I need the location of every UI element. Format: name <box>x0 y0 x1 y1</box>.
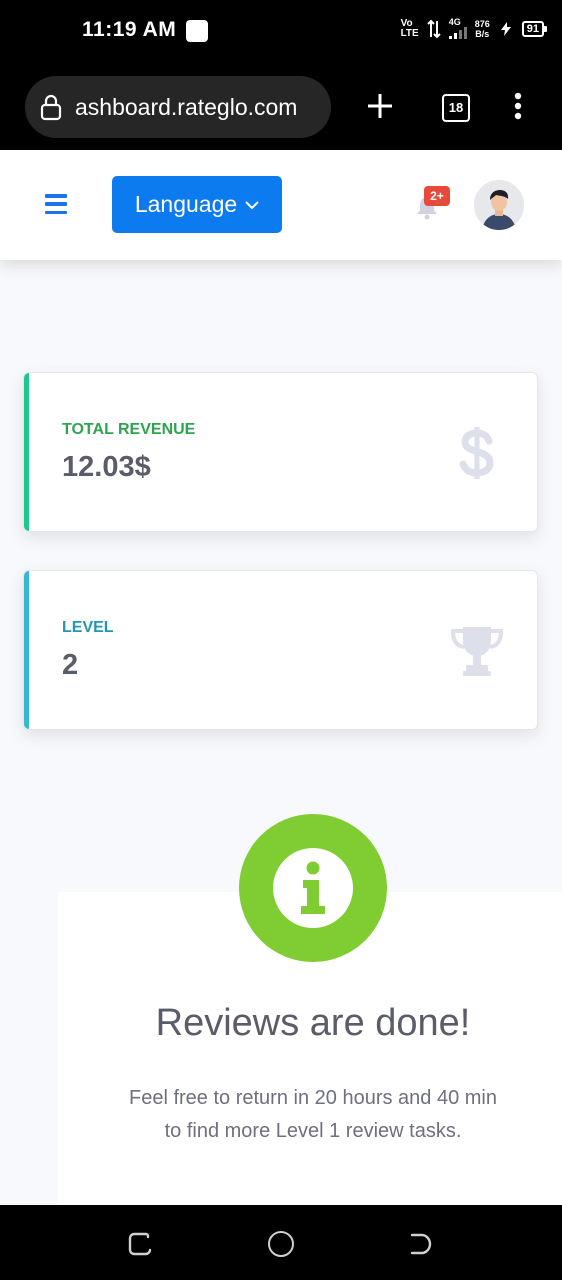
notification-badge: 2+ <box>424 186 450 206</box>
card-value: 12.03$ <box>62 451 151 483</box>
charging-icon <box>500 21 511 36</box>
address-bar[interactable]: ashboard.rateglo.com <box>25 76 331 138</box>
data-transfer-icon <box>427 19 441 38</box>
tab-switcher-button[interactable]: 18 <box>442 94 470 122</box>
info-title: Reviews are done! <box>155 1002 471 1044</box>
user-avatar-icon <box>474 180 524 230</box>
info-message: Feel free to return in 20 hours and 40 m… <box>129 1087 497 1142</box>
notification-app-icon <box>186 20 208 42</box>
language-dropdown-button[interactable]: Language <box>112 176 282 233</box>
status-time: 11:19 AM <box>82 18 177 41</box>
status-indicators: Vo LTE 4G 876 B/s 91 <box>400 17 548 39</box>
new-tab-icon[interactable] <box>366 92 394 120</box>
browser-toolbar: ashboard.rateglo.com 18 <box>0 62 562 150</box>
back-icon[interactable] <box>408 1232 432 1256</box>
home-icon[interactable] <box>268 1231 294 1257</box>
network-type: 4G <box>448 17 461 27</box>
language-label: Language <box>134 191 238 217</box>
url-text: ashboard.rateglo.com <box>75 93 298 120</box>
recent-apps-icon[interactable] <box>128 1232 152 1256</box>
signal-icon <box>448 27 467 39</box>
dollar-icon <box>459 427 494 479</box>
volte-indicator: Vo LTE <box>400 17 419 39</box>
total-revenue-card: TOTAL REVENUE 12.03$ <box>23 372 538 532</box>
card-label: LEVEL <box>62 619 114 636</box>
trophy-icon <box>450 627 504 676</box>
avatar[interactable] <box>474 180 524 230</box>
info-circle <box>239 814 387 962</box>
battery-icon: 91 <box>521 20 548 37</box>
level-card: LEVEL 2 <box>23 570 538 730</box>
card-label: TOTAL REVENUE <box>62 421 196 438</box>
card-value: 2 <box>62 649 79 681</box>
signal-group: 4G <box>448 17 467 39</box>
network-speed: 876 B/s <box>474 18 490 39</box>
chevron-down-icon <box>245 200 259 209</box>
status-bar: 11:19 AM Vo LTE 4G 876 B/s 91 <box>0 0 562 62</box>
sidebar-toggle-icon[interactable] <box>45 194 67 214</box>
topbar: Language 2+ <box>0 150 562 260</box>
system-nav-bar <box>0 1205 562 1280</box>
info-icon <box>273 848 353 928</box>
lock-icon <box>40 94 62 121</box>
more-options-icon[interactable] <box>510 92 526 120</box>
